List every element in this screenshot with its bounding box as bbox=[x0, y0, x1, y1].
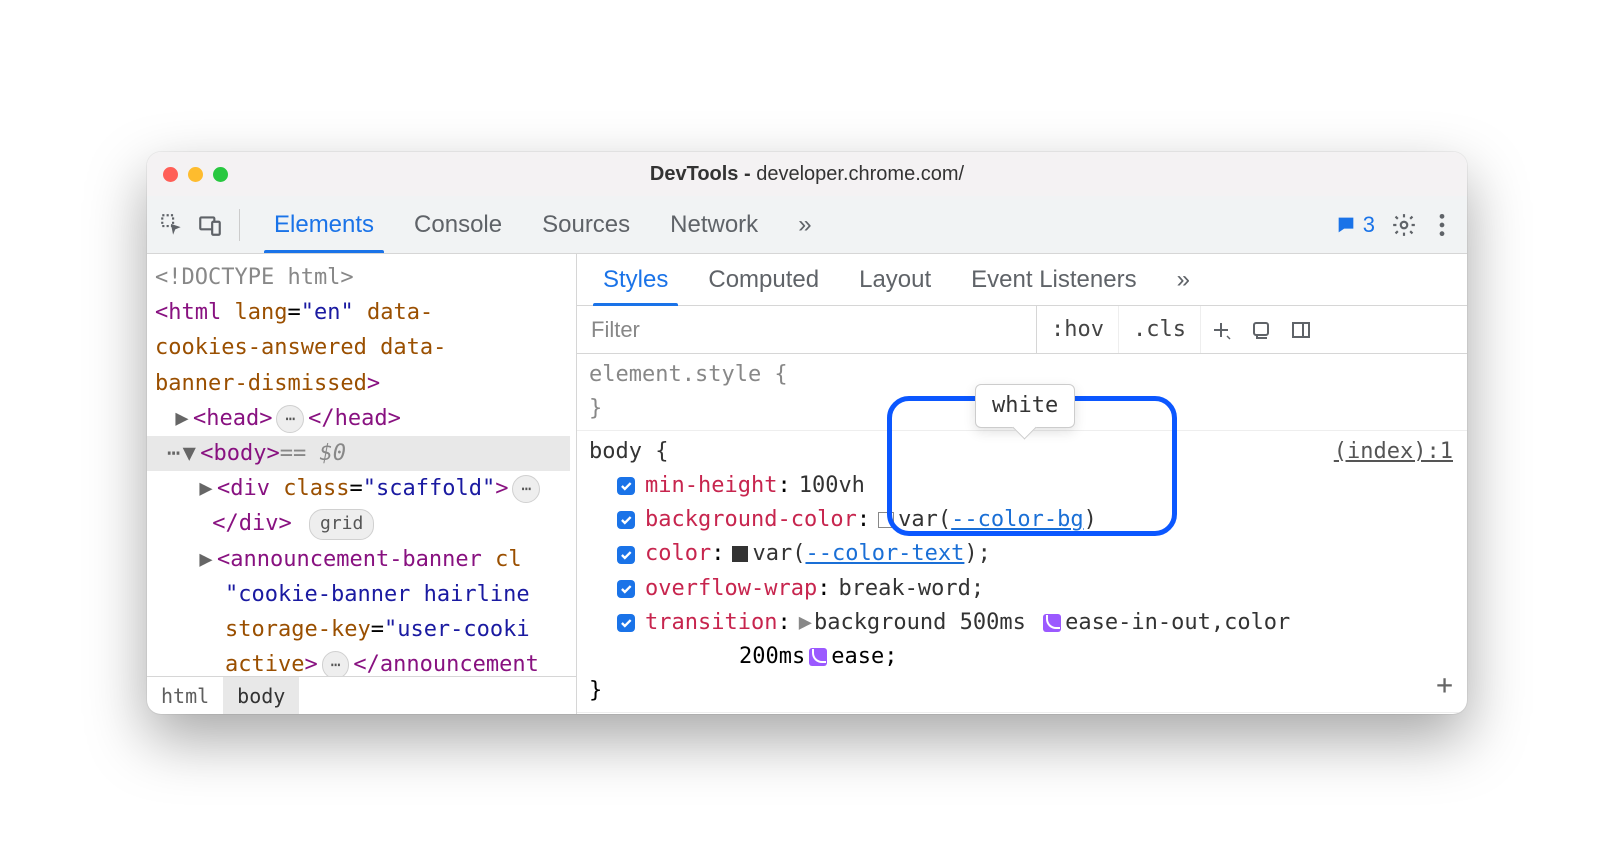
color-swatch-icon[interactable] bbox=[878, 512, 894, 528]
crumb-body[interactable]: body bbox=[223, 677, 299, 714]
add-property-icon[interactable]: + bbox=[1436, 663, 1453, 706]
settings-gear-icon[interactable] bbox=[1389, 210, 1419, 240]
main-toolbar: Elements Console Sources Network » 3 bbox=[147, 196, 1467, 254]
kebab-menu-icon[interactable] bbox=[1427, 210, 1457, 240]
bezier-editor-icon[interactable] bbox=[809, 648, 827, 666]
sidebar-tabs-overflow[interactable]: » bbox=[1159, 254, 1208, 305]
tab-elements[interactable]: Elements bbox=[254, 196, 394, 253]
dom-body-selected[interactable]: ⋯▼<body> == $0 bbox=[147, 436, 570, 471]
tab-event-listeners[interactable]: Event Listeners bbox=[953, 254, 1154, 305]
tab-sources[interactable]: Sources bbox=[522, 196, 650, 253]
tab-styles[interactable]: Styles bbox=[585, 254, 686, 305]
toggle-sidebar-icon[interactable] bbox=[1281, 318, 1321, 342]
prop-min-height[interactable]: min-height: 100vh bbox=[589, 469, 1455, 503]
issues-count: 3 bbox=[1363, 212, 1375, 238]
issues-badge[interactable]: 3 bbox=[1329, 210, 1381, 240]
rule-body[interactable]: (index):1 body { min-height: 100vh backg… bbox=[577, 431, 1467, 713]
dom-div-scaffold[interactable]: ▶<div class="scaffold">⋯ bbox=[155, 471, 570, 506]
dom-tree[interactable]: <!DOCTYPE html> <html lang="en" data- co… bbox=[147, 254, 576, 676]
prop-overflow-wrap[interactable]: overflow-wrap: break-word; bbox=[589, 572, 1455, 606]
devtools-window: DevTools - developer.chrome.com/ Element… bbox=[147, 152, 1467, 714]
separator bbox=[239, 209, 240, 241]
zoom-window-button[interactable] bbox=[213, 167, 228, 182]
dom-html-open[interactable]: <html lang="en" data- bbox=[155, 295, 570, 330]
dom-doctype: <!DOCTYPE html> bbox=[155, 260, 570, 295]
main-tabs: Elements Console Sources Network » bbox=[254, 196, 832, 253]
main-content: <!DOCTYPE html> <html lang="en" data- co… bbox=[147, 254, 1467, 714]
var-value-tooltip: white bbox=[975, 384, 1075, 428]
styles-filter-input[interactable] bbox=[577, 306, 1037, 353]
rule-close-brace: } bbox=[589, 674, 1455, 708]
device-toolbar-icon[interactable] bbox=[195, 210, 225, 240]
minimize-window-button[interactable] bbox=[188, 167, 203, 182]
inspect-element-icon[interactable] bbox=[157, 210, 187, 240]
css-var-link[interactable]: --color-bg bbox=[951, 507, 1083, 532]
tab-console[interactable]: Console bbox=[394, 196, 522, 253]
sidebar-tabs: Styles Computed Layout Event Listeners » bbox=[577, 254, 1467, 306]
new-style-rule-icon[interactable] bbox=[1201, 318, 1241, 342]
styles-panel: Styles Computed Layout Event Listeners »… bbox=[577, 254, 1467, 714]
copy-styles-icon[interactable] bbox=[1241, 318, 1281, 342]
window-title: DevTools - developer.chrome.com/ bbox=[147, 163, 1467, 186]
prop-background-color[interactable]: background-color: var(--color-bg) bbox=[589, 503, 1455, 537]
breadcrumb: html body bbox=[147, 676, 576, 714]
grid-badge[interactable]: grid bbox=[309, 509, 374, 540]
styles-toolbar: :hov .cls bbox=[577, 306, 1467, 354]
tab-layout[interactable]: Layout bbox=[841, 254, 949, 305]
css-var-link[interactable]: --color-text bbox=[805, 541, 964, 566]
prop-toggle-checkbox[interactable] bbox=[617, 614, 635, 632]
prop-transition[interactable]: transition: ▶background 500ms ease-in-ou… bbox=[589, 606, 1455, 640]
bezier-editor-icon[interactable] bbox=[1043, 614, 1061, 632]
prop-toggle-checkbox[interactable] bbox=[617, 580, 635, 598]
dom-panel: <!DOCTYPE html> <html lang="en" data- co… bbox=[147, 254, 577, 714]
titlebar: DevTools - developer.chrome.com/ bbox=[147, 152, 1467, 196]
dom-head[interactable]: ▶<head>⋯</head> bbox=[155, 401, 570, 436]
prop-toggle-checkbox[interactable] bbox=[617, 546, 635, 564]
prop-transition-cont: 200ms ease; bbox=[589, 640, 1455, 674]
color-swatch-icon[interactable] bbox=[732, 546, 748, 562]
toggle-cls-button[interactable]: .cls bbox=[1119, 306, 1201, 353]
rule-source-link[interactable]: (index):1 bbox=[1334, 435, 1453, 469]
styles-rules: element.style { } (index):1 body { min-h… bbox=[577, 354, 1467, 714]
tabs-overflow[interactable]: » bbox=[778, 196, 831, 253]
window-controls bbox=[163, 167, 228, 182]
crumb-html[interactable]: html bbox=[147, 677, 223, 714]
tab-computed[interactable]: Computed bbox=[690, 254, 837, 305]
prop-color[interactable]: color: var(--color-text); bbox=[589, 537, 1455, 571]
close-window-button[interactable] bbox=[163, 167, 178, 182]
prop-toggle-checkbox[interactable] bbox=[617, 511, 635, 529]
toggle-hov-button[interactable]: :hov bbox=[1037, 306, 1119, 353]
prop-toggle-checkbox[interactable] bbox=[617, 477, 635, 495]
dom-announcement-banner[interactable]: ▶<announcement-banner cl bbox=[155, 542, 570, 577]
rule-selector[interactable]: body { bbox=[589, 435, 1455, 469]
tab-network[interactable]: Network bbox=[650, 196, 778, 253]
